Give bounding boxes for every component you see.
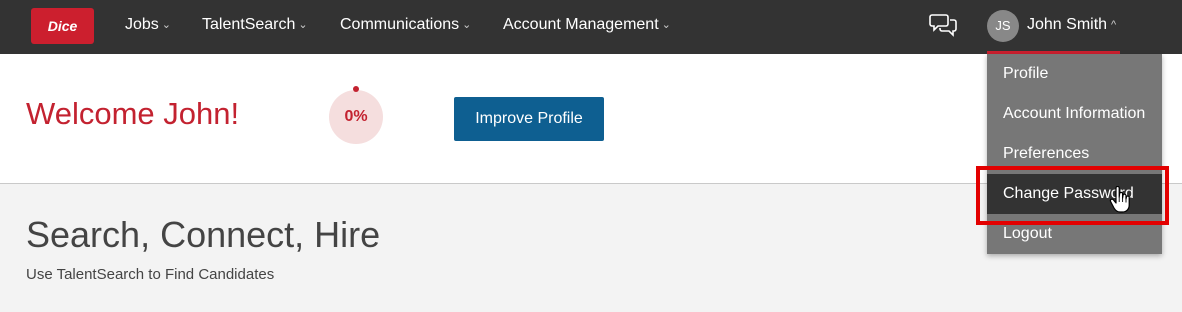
progress-marker-dot <box>353 86 359 92</box>
user-menu-toggle[interactable]: JS John Smith ^ <box>987 0 1120 54</box>
chevron-down-icon: ⌄ <box>462 19 472 31</box>
dice-logo[interactable]: Dice <box>31 8 94 44</box>
nav-talentsearch-label: TalentSearch <box>202 16 296 33</box>
chat-bubbles-icon[interactable] <box>929 12 957 38</box>
user-name: John Smith ^ <box>1027 0 1116 50</box>
user-dropdown-menu: Profile Account Information Preferences … <box>987 54 1162 254</box>
chevron-down-icon: ⌄ <box>298 19 308 31</box>
nav-talentsearch[interactable]: TalentSearch ⌄ <box>202 0 308 54</box>
improve-profile-button[interactable]: Improve Profile <box>454 97 604 141</box>
avatar: JS <box>987 10 1019 42</box>
page-title: Search, Connect, Hire <box>26 214 381 255</box>
chevron-up-icon: ^ <box>1111 19 1117 31</box>
nav-account-management-label: Account Management <box>503 16 659 33</box>
menu-item-profile[interactable]: Profile <box>987 54 1162 94</box>
chevron-down-icon: ⌄ <box>661 19 671 31</box>
menu-item-change-password[interactable]: Change Password <box>987 174 1162 214</box>
nav-account-management[interactable]: Account Management ⌄ <box>503 0 671 54</box>
nav-communications-label: Communications <box>340 16 460 33</box>
menu-item-preferences[interactable]: Preferences <box>987 134 1162 174</box>
page-subtitle: Use TalentSearch to Find Candidates <box>26 266 275 283</box>
welcome-title: Welcome John! <box>26 96 240 131</box>
nav-communications[interactable]: Communications ⌄ <box>340 0 471 54</box>
user-name-label: John Smith <box>1027 16 1108 33</box>
nav-jobs[interactable]: Jobs ⌄ <box>125 0 171 54</box>
chevron-down-icon: ⌄ <box>161 19 172 31</box>
nav-jobs-label: Jobs <box>125 16 159 33</box>
profile-progress-indicator: 0% <box>329 90 383 144</box>
top-navigation-bar: Dice Jobs ⌄ TalentSearch ⌄ Communications ⌄… <box>0 0 1182 54</box>
menu-item-logout[interactable]: Logout <box>987 214 1162 254</box>
menu-item-account-information[interactable]: Account Information <box>987 94 1162 134</box>
